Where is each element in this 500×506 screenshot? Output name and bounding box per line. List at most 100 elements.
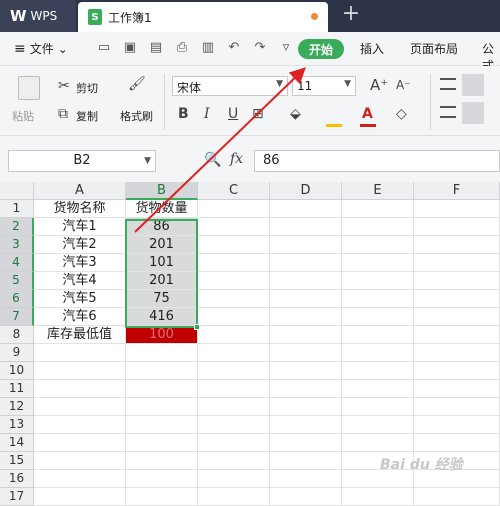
pdf-icon[interactable]: ▤ (148, 40, 164, 55)
copy-button[interactable]: 复制 (76, 108, 98, 124)
cell-f12[interactable] (414, 398, 500, 416)
cell-d11[interactable] (270, 380, 342, 398)
cell-d7[interactable] (270, 308, 342, 326)
cell-a11[interactable] (34, 380, 126, 398)
cell-f13[interactable] (414, 416, 500, 434)
cell-d3[interactable] (270, 236, 342, 254)
save-icon[interactable]: ▣ (122, 40, 138, 55)
cell-d5[interactable] (270, 272, 342, 290)
align-top-icon[interactable] (440, 78, 456, 90)
more-caret-icon[interactable]: ▿ (278, 40, 294, 55)
wps-home-tab[interactable]: W WPS (0, 0, 76, 32)
cell-a1[interactable]: 货物名称 (34, 200, 126, 218)
column-header-f[interactable]: F (414, 182, 500, 200)
folder-icon[interactable]: ▭ (96, 40, 112, 55)
font-color-button[interactable]: A (362, 106, 373, 122)
column-header-a[interactable]: A (34, 182, 126, 200)
cell-e10[interactable] (342, 362, 414, 380)
cell-b10[interactable] (126, 362, 198, 380)
tab-start[interactable]: 开始 (298, 39, 344, 59)
cell-d6[interactable] (270, 290, 342, 308)
cell-b14[interactable] (126, 434, 198, 452)
cell-e6[interactable] (342, 290, 414, 308)
cell-b5[interactable]: 201 (126, 272, 198, 290)
row-header-15[interactable]: 15 (0, 452, 34, 470)
cell-d10[interactable] (270, 362, 342, 380)
cell-e17[interactable] (342, 488, 414, 506)
row-header-6[interactable]: 6 (0, 290, 34, 308)
zoom-icon[interactable]: 🔍 (204, 152, 221, 168)
font-size-select[interactable]: 11 ▼ (292, 76, 356, 96)
cell-b8[interactable]: 100 (126, 326, 198, 344)
fx-icon[interactable]: fx (230, 151, 243, 167)
cell-b9[interactable] (126, 344, 198, 362)
cell-f3[interactable] (414, 236, 500, 254)
print-icon[interactable]: ⎙ (174, 40, 190, 55)
cell-e8[interactable] (342, 326, 414, 344)
cell-b2[interactable]: 86 (126, 218, 198, 236)
cut-button[interactable]: 剪切 (76, 80, 98, 96)
row-header-5[interactable]: 5 (0, 272, 34, 290)
tab-insert[interactable]: 插入 (360, 40, 384, 57)
column-header-d[interactable]: D (270, 182, 342, 200)
cell-f1[interactable] (414, 200, 500, 218)
cell-a15[interactable] (34, 452, 126, 470)
cell-b13[interactable] (126, 416, 198, 434)
cell-d9[interactable] (270, 344, 342, 362)
format-painter-icon[interactable]: 🖌 (128, 76, 146, 92)
tab-page-layout[interactable]: 页面布局 (410, 40, 458, 57)
row-header-3[interactable]: 3 (0, 236, 34, 254)
scissors-icon[interactable]: ✂ (58, 78, 70, 94)
cell-c13[interactable] (198, 416, 270, 434)
cell-e9[interactable] (342, 344, 414, 362)
cell-f2[interactable] (414, 218, 500, 236)
row-header-17[interactable]: 17 (0, 488, 34, 506)
cell-d12[interactable] (270, 398, 342, 416)
cell-a6[interactable]: 汽车5 (34, 290, 126, 308)
cell-f4[interactable] (414, 254, 500, 272)
cell-a3[interactable]: 汽车2 (34, 236, 126, 254)
cell-a10[interactable] (34, 362, 126, 380)
cell-f7[interactable] (414, 308, 500, 326)
cell-a16[interactable] (34, 470, 126, 488)
row-header-2[interactable]: 2 (0, 218, 34, 236)
cell-f9[interactable] (414, 344, 500, 362)
grow-font-button[interactable]: A⁺ (370, 76, 388, 94)
cell-c12[interactable] (198, 398, 270, 416)
preview-icon[interactable]: ▥ (200, 40, 216, 55)
cell-d15[interactable] (270, 452, 342, 470)
italic-button[interactable]: I (204, 106, 210, 122)
cell-c14[interactable] (198, 434, 270, 452)
cell-a13[interactable] (34, 416, 126, 434)
cell-e11[interactable] (342, 380, 414, 398)
cell-a9[interactable] (34, 344, 126, 362)
cell-e4[interactable] (342, 254, 414, 272)
row-header-13[interactable]: 13 (0, 416, 34, 434)
cell-a12[interactable] (34, 398, 126, 416)
row-header-1[interactable]: 1 (0, 200, 34, 218)
cell-c8[interactable] (198, 326, 270, 344)
row-header-4[interactable]: 4 (0, 254, 34, 272)
cell-b15[interactable] (126, 452, 198, 470)
cell-c3[interactable] (198, 236, 270, 254)
paste-icon[interactable] (18, 76, 40, 100)
cell-c2[interactable] (198, 218, 270, 236)
cell-f5[interactable] (414, 272, 500, 290)
cell-b17[interactable] (126, 488, 198, 506)
cell-b16[interactable] (126, 470, 198, 488)
cell-e1[interactable] (342, 200, 414, 218)
align-left-icon[interactable] (440, 106, 456, 118)
cell-c6[interactable] (198, 290, 270, 308)
cell-f14[interactable] (414, 434, 500, 452)
row-header-12[interactable]: 12 (0, 398, 34, 416)
column-header-e[interactable]: E (342, 182, 414, 200)
cell-a2[interactable]: 汽车1 (34, 218, 126, 236)
cell-d14[interactable] (270, 434, 342, 452)
cell-c4[interactable] (198, 254, 270, 272)
cell-e14[interactable] (342, 434, 414, 452)
cell-e5[interactable] (342, 272, 414, 290)
bold-button[interactable]: B (178, 106, 189, 122)
cell-d8[interactable] (270, 326, 342, 344)
cell-d16[interactable] (270, 470, 342, 488)
font-name-select[interactable]: 宋体 ▼ (172, 76, 288, 96)
